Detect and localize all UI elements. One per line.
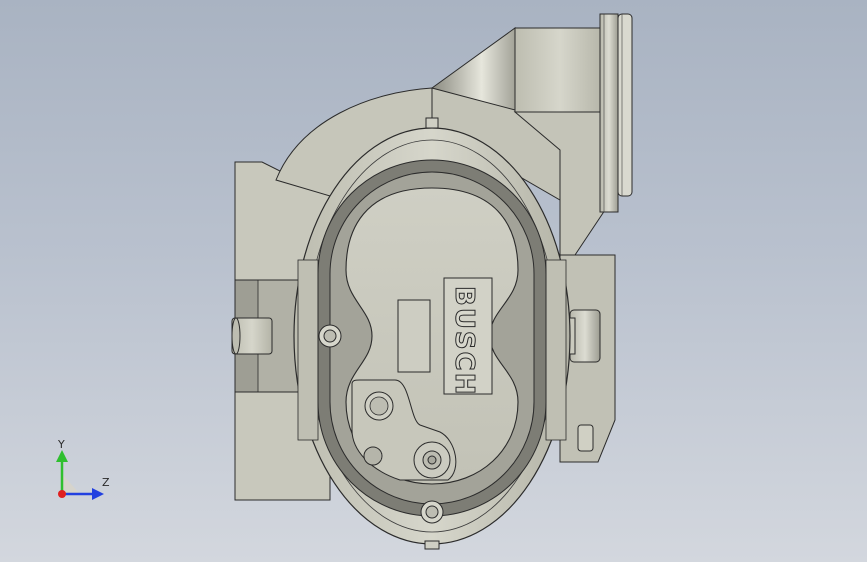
- y-axis-label: Y: [57, 438, 65, 451]
- x-axis-dot: [58, 490, 66, 498]
- z-axis-arrow: [92, 488, 104, 500]
- left-port-stub: [231, 317, 273, 355]
- cover-bolt-bottom: [420, 500, 444, 524]
- pump-model[interactable]: BUSCH: [0, 0, 867, 562]
- triad-corner-fill: [62, 474, 80, 494]
- top-lug: [425, 117, 439, 129]
- bottom-lug: [424, 540, 440, 550]
- cover-bolt-left: [318, 324, 342, 348]
- axis-triad[interactable]: Y Z: [40, 436, 130, 510]
- y-axis-arrow: [56, 450, 68, 462]
- cad-viewport[interactable]: BUSCH Y Z: [0, 0, 867, 562]
- z-axis-label: Z: [102, 476, 110, 489]
- label-plate: [397, 299, 431, 373]
- inlet-flange: [599, 13, 633, 213]
- brand-logo: BUSCH: [443, 277, 493, 397]
- brand-logo-text: BUSCH: [449, 286, 479, 397]
